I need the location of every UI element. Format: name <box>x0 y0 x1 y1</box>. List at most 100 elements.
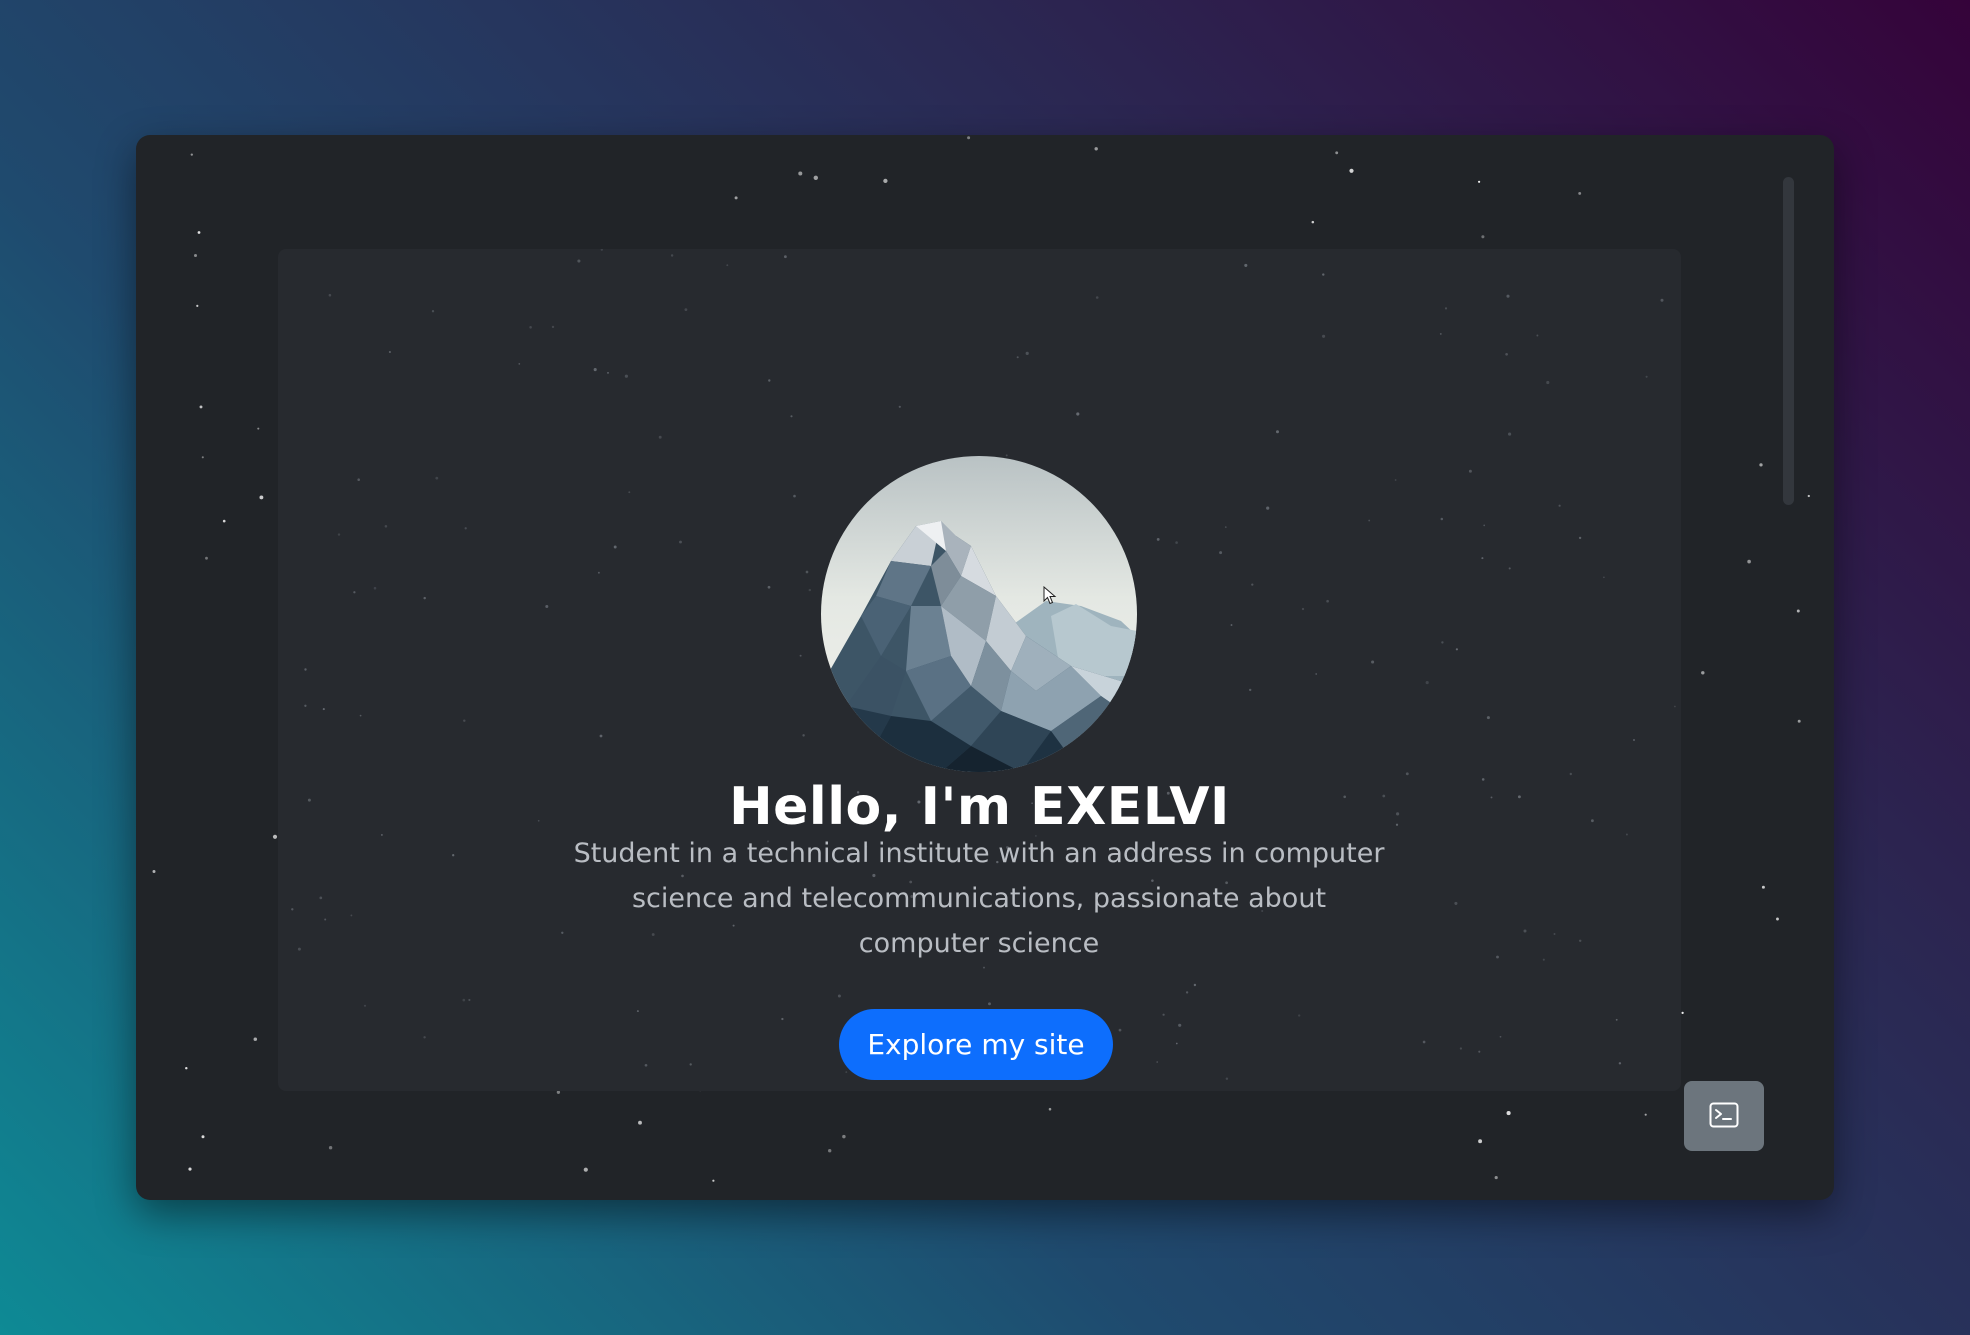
star <box>1645 375 1648 378</box>
star <box>798 171 803 176</box>
star <box>1807 494 1810 498</box>
explore-site-button[interactable]: Explore my site <box>839 1009 1113 1080</box>
star <box>253 1037 258 1041</box>
star <box>628 491 631 494</box>
star <box>350 914 353 917</box>
star <box>193 253 198 258</box>
star <box>384 525 388 528</box>
star <box>1796 609 1800 613</box>
star <box>1219 551 1223 555</box>
star <box>423 1036 426 1039</box>
star <box>1156 537 1160 541</box>
star <box>1301 607 1305 611</box>
star <box>1178 1023 1182 1027</box>
mountain-illustration <box>821 456 1137 772</box>
star <box>297 947 301 951</box>
star <box>1425 681 1429 685</box>
star <box>1776 917 1779 921</box>
star <box>1536 334 1539 337</box>
star <box>1322 273 1325 276</box>
star <box>201 456 204 459</box>
star <box>1674 705 1676 708</box>
star <box>257 427 260 430</box>
star <box>1481 557 1484 560</box>
star <box>1276 430 1279 434</box>
star <box>1439 332 1442 335</box>
star <box>1394 479 1397 481</box>
hero-card: Hello, I'm EXELVI Student in a technical… <box>278 249 1681 1091</box>
star <box>1615 1018 1618 1021</box>
terminal-button[interactable] <box>1684 1081 1764 1151</box>
star <box>1368 519 1371 522</box>
star <box>670 254 674 257</box>
star <box>1335 151 1339 155</box>
star <box>464 527 467 530</box>
star <box>319 896 323 900</box>
star <box>1747 559 1751 564</box>
star <box>1311 220 1315 224</box>
star <box>363 1004 367 1007</box>
star <box>1481 235 1485 239</box>
star <box>357 478 360 481</box>
star <box>967 136 971 140</box>
star <box>1506 1111 1511 1116</box>
star <box>259 495 264 500</box>
hero-description: Student in a technical institute with an… <box>573 838 1385 959</box>
terminal-icon <box>1709 1102 1739 1131</box>
star <box>1048 1107 1052 1111</box>
star <box>1025 351 1029 355</box>
star <box>1761 885 1765 889</box>
star <box>1542 958 1545 961</box>
star <box>607 372 609 374</box>
star <box>328 1146 333 1150</box>
star <box>1578 191 1582 195</box>
star <box>1578 536 1582 540</box>
star <box>304 668 307 671</box>
star <box>1478 1139 1483 1144</box>
star <box>1193 983 1197 987</box>
star <box>1175 541 1178 544</box>
star <box>1546 380 1550 385</box>
star <box>1578 939 1582 943</box>
star <box>1371 660 1375 664</box>
star <box>1454 901 1458 905</box>
star <box>813 175 818 180</box>
star <box>767 585 771 589</box>
star <box>359 714 362 717</box>
star <box>784 255 787 259</box>
star <box>1095 296 1099 299</box>
star <box>1499 1035 1502 1038</box>
star <box>1486 716 1490 720</box>
star <box>679 540 682 544</box>
star <box>1322 334 1326 338</box>
star <box>1618 1062 1622 1065</box>
star <box>328 293 332 297</box>
star <box>190 153 193 156</box>
star <box>712 1179 715 1182</box>
star <box>518 363 521 365</box>
star <box>1422 1040 1426 1044</box>
star <box>1644 1113 1647 1116</box>
star <box>1298 1014 1301 1017</box>
star <box>1759 463 1763 467</box>
star <box>898 405 901 408</box>
star <box>272 834 278 839</box>
star <box>468 998 471 1002</box>
star <box>1444 307 1448 310</box>
star <box>1118 1028 1122 1032</box>
star <box>435 476 439 480</box>
star <box>462 998 466 1002</box>
star <box>1478 1050 1481 1053</box>
star <box>185 1066 188 1070</box>
star <box>1506 294 1510 298</box>
star <box>1523 929 1527 933</box>
star <box>599 734 603 738</box>
star <box>1094 147 1098 151</box>
scrollbar-thumb[interactable] <box>1783 177 1794 505</box>
star <box>353 591 356 594</box>
star <box>1496 955 1499 959</box>
star <box>1468 469 1472 473</box>
star <box>593 368 597 372</box>
star <box>463 719 466 722</box>
hero-title: Hello, I'm EXELVI <box>729 777 1230 837</box>
